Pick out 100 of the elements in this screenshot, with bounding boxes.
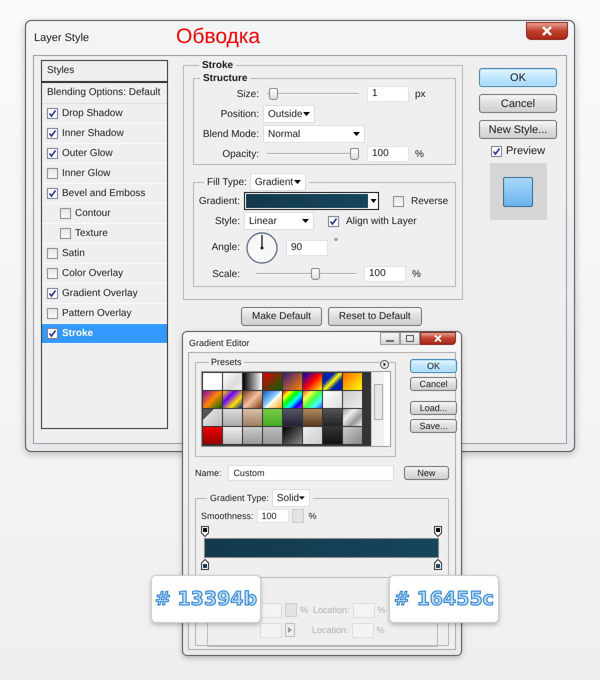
dialog-button[interactable]: OK	[410, 359, 457, 373]
preset-swatch[interactable]	[223, 373, 242, 390]
preset-swatch[interactable]	[323, 409, 342, 426]
opacity-field[interactable]: 100	[367, 146, 409, 162]
preset-swatch[interactable]	[343, 373, 362, 390]
preset-swatch[interactable]	[343, 409, 362, 426]
checkbox[interactable]	[47, 288, 58, 299]
checkbox[interactable]	[47, 308, 58, 319]
close-button[interactable]	[420, 332, 456, 345]
dialog-button[interactable]: Save...	[410, 419, 457, 433]
dialog-button[interactable]: Cancel	[479, 94, 557, 113]
style-item[interactable]: Inner Shadow	[42, 124, 167, 144]
dialog-button[interactable]: New Style...	[479, 120, 557, 139]
preset-swatch[interactable]	[323, 427, 342, 444]
preset-swatch[interactable]	[223, 427, 242, 444]
preset-swatch[interactable]	[303, 427, 322, 444]
maximize-button[interactable]	[400, 332, 420, 345]
preview-checkbox[interactable]	[490, 146, 502, 156]
angle-dial[interactable]	[246, 232, 278, 264]
preset-swatch[interactable]	[283, 409, 302, 426]
opacity-field[interactable]	[260, 602, 282, 618]
default-button[interactable]: Make Default	[241, 307, 322, 326]
color-stop-icon[interactable]	[201, 559, 209, 570]
scrollbar[interactable]	[371, 372, 384, 446]
preset-swatch[interactable]	[283, 373, 302, 390]
preset-swatch[interactable]	[303, 409, 322, 426]
preset-swatch[interactable]	[323, 391, 342, 408]
slider-thumb[interactable]	[310, 268, 320, 280]
preset-swatch[interactable]	[223, 409, 242, 426]
style-item[interactable]: Color Overlay	[42, 264, 167, 284]
gradient-picker[interactable]	[244, 192, 379, 210]
preset-swatch[interactable]	[243, 373, 262, 390]
fill-type-dropdown[interactable]: Gradient	[250, 173, 306, 191]
preset-swatch[interactable]	[243, 391, 262, 408]
dialog-button[interactable]: OK	[479, 68, 557, 87]
checkbox[interactable]	[60, 228, 71, 239]
scale-field[interactable]: 100	[364, 266, 406, 282]
checkbox[interactable]	[47, 248, 58, 259]
checkbox[interactable]	[47, 328, 58, 339]
default-button[interactable]: Reset to Default	[328, 307, 422, 326]
blend-mode-dropdown[interactable]: Normal	[263, 125, 365, 143]
checkbox[interactable]	[60, 208, 71, 219]
preset-swatch[interactable]	[263, 409, 282, 426]
opacity-stop-icon[interactable]	[201, 526, 209, 537]
checkbox[interactable]	[47, 148, 58, 159]
align-checkbox[interactable]	[328, 216, 339, 226]
location-label: Location:	[313, 605, 350, 615]
preset-swatch[interactable]	[223, 391, 242, 408]
preset-swatch[interactable]	[243, 409, 262, 426]
style-label: Color Overlay	[62, 268, 124, 279]
checkbox[interactable]	[47, 168, 58, 179]
preset-swatch[interactable]	[263, 427, 282, 444]
preset-swatch[interactable]	[243, 427, 262, 444]
reverse-checkbox[interactable]	[393, 196, 404, 206]
slider-thumb[interactable]	[268, 88, 278, 100]
preset-swatch[interactable]	[343, 427, 362, 444]
style-item[interactable]: Contour	[42, 204, 167, 224]
style-item[interactable]: Inner Glow	[42, 164, 167, 184]
color-field[interactable]	[260, 622, 282, 638]
preset-swatch[interactable]	[303, 391, 322, 408]
smoothness-field[interactable]: 100	[256, 509, 289, 523]
checkbox[interactable]	[47, 108, 58, 119]
close-button[interactable]	[526, 22, 568, 40]
preset-swatch[interactable]	[203, 409, 222, 426]
preset-swatch[interactable]	[303, 373, 322, 390]
menu-arrow-icon[interactable]	[380, 360, 389, 369]
name-field[interactable]: Custom	[228, 465, 394, 481]
dialog-button[interactable]: Cancel	[410, 377, 457, 391]
slider-thumb[interactable]	[350, 148, 359, 160]
style-item[interactable]: Drop Shadow	[42, 104, 167, 124]
scale-label: Scale:	[211, 268, 240, 280]
position-dropdown[interactable]: Outside	[263, 105, 315, 123]
gradient-type-dropdown[interactable]: Solid	[272, 489, 310, 507]
preset-swatch[interactable]	[283, 391, 302, 408]
new-button[interactable]: New	[404, 466, 449, 480]
style-item[interactable]: Outer Glow	[42, 144, 167, 164]
preset-swatch[interactable]	[263, 391, 282, 408]
style-item[interactable]: Bevel and Emboss	[42, 184, 167, 204]
checkbox[interactable]	[47, 128, 58, 139]
style-label: Texture	[75, 228, 108, 239]
size-field[interactable]: 1	[367, 86, 409, 102]
color-stop-icon[interactable]	[434, 559, 442, 570]
dialog-button[interactable]: Load...	[410, 401, 457, 415]
gradient-label: Gradient:	[198, 196, 240, 206]
preset-swatch[interactable]	[263, 373, 282, 390]
angle-field[interactable]: 90	[286, 240, 328, 256]
opacity-stop-icon[interactable]	[434, 526, 442, 537]
style-item[interactable]: Texture	[42, 224, 167, 244]
preset-swatch[interactable]	[203, 427, 222, 444]
preset-swatch[interactable]	[323, 373, 342, 390]
style-dropdown[interactable]: Linear	[244, 212, 314, 230]
checkbox[interactable]	[47, 188, 58, 199]
preset-swatch[interactable]	[203, 373, 222, 390]
preset-swatch[interactable]	[203, 391, 222, 408]
style-item[interactable]: Gradient Overlay	[42, 284, 167, 304]
preset-swatch[interactable]	[343, 391, 362, 408]
checkbox[interactable]	[47, 268, 58, 279]
style-item[interactable]: Satin	[42, 244, 167, 264]
preset-swatch[interactable]	[283, 427, 302, 444]
minimize-button[interactable]	[380, 332, 400, 345]
